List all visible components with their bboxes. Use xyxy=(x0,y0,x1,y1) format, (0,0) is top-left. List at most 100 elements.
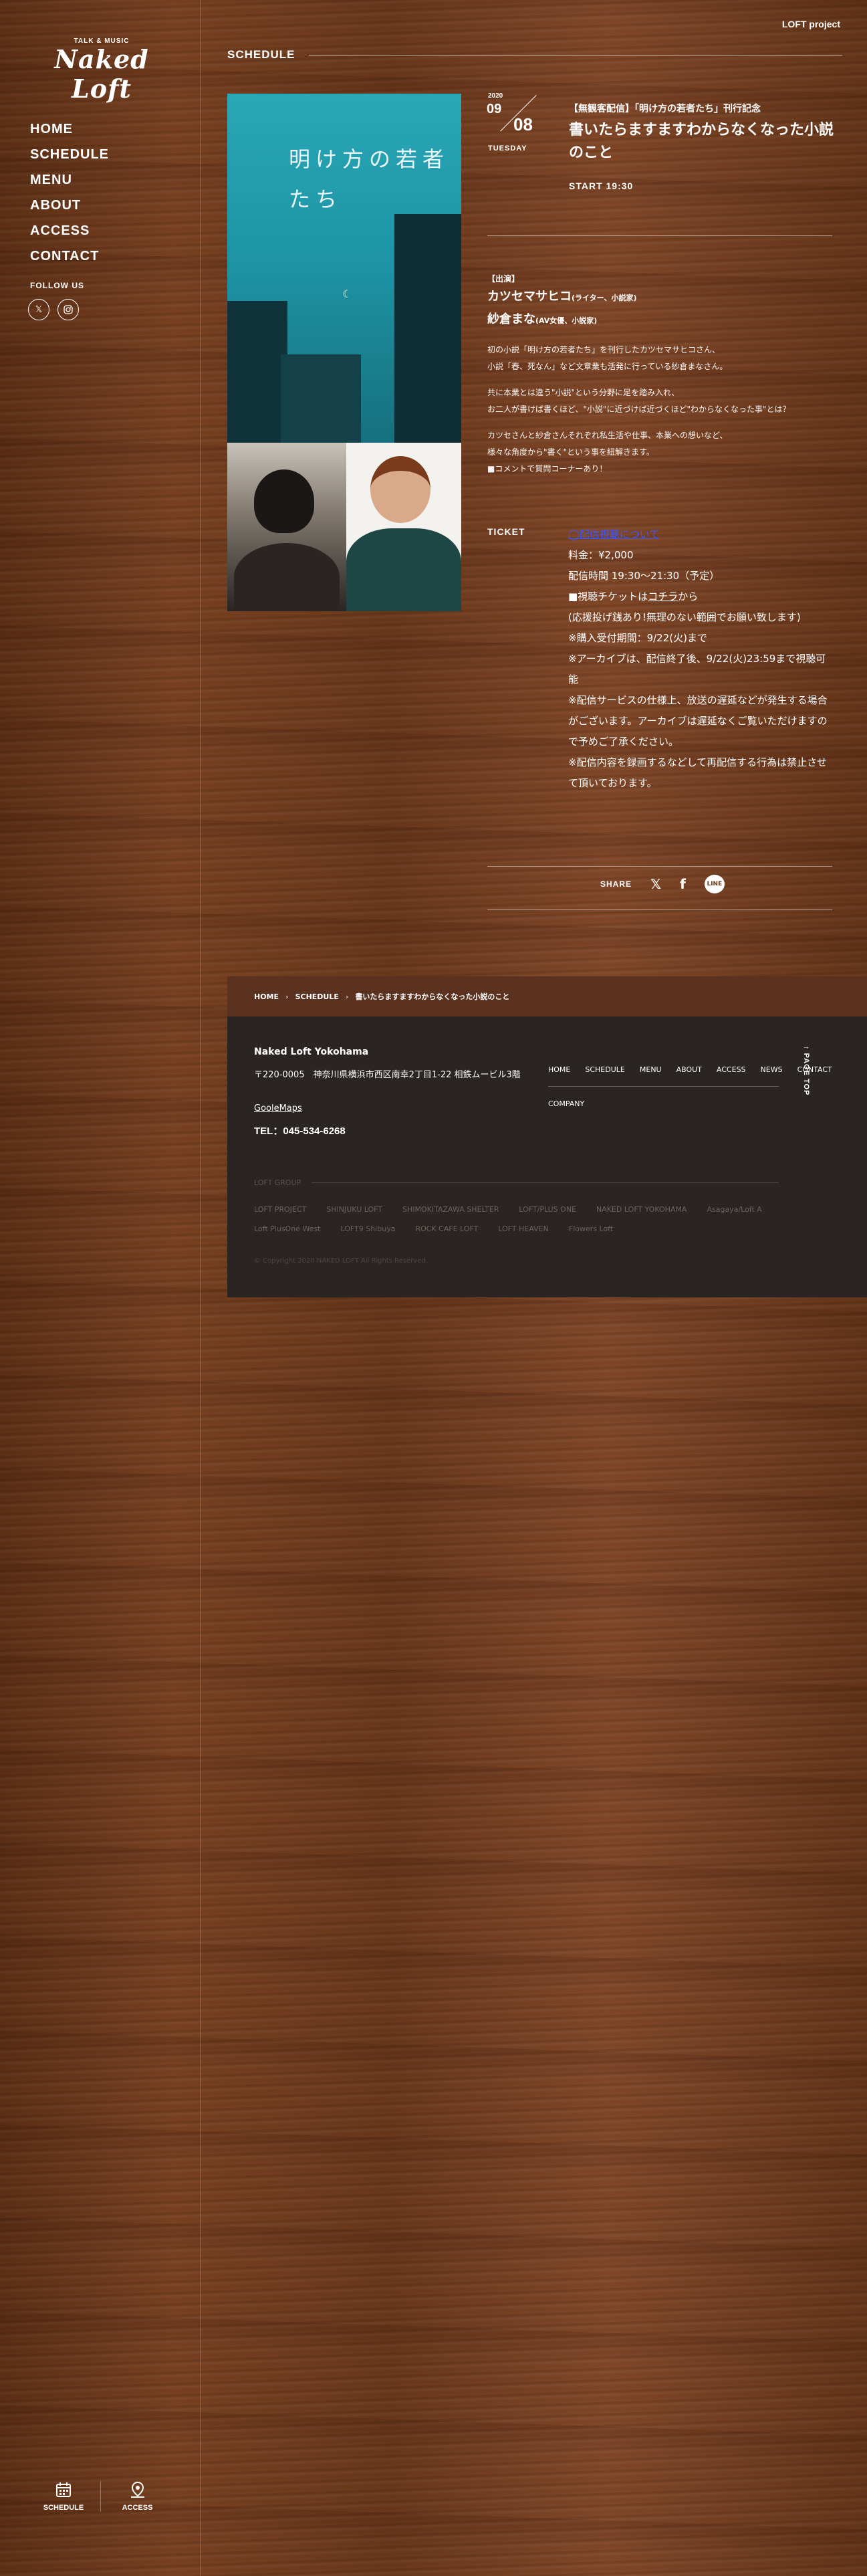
description-line: 小説「春、死なん」など文章業も活発に行っている紗倉まなさん。 xyxy=(487,362,728,371)
performer-2-role: (AV女優、小説家) xyxy=(535,316,598,325)
group-link[interactable]: Asagaya/Loft A xyxy=(707,1205,761,1214)
loft-group-label: LOFT GROUP xyxy=(254,1178,301,1187)
group-link[interactable]: LOFT PROJECT xyxy=(254,1205,306,1214)
performer-photo-2 xyxy=(346,443,461,611)
footer: Naked Loft Yokohama 〒220-0005 神奈川県横浜市西区南… xyxy=(227,1016,867,1297)
footer-address: 〒220-0005 神奈川県横浜市西区南幸2丁目1-22 相鉄ムービル3階 xyxy=(254,1070,521,1080)
group-link[interactable]: NAKED LOFT YOKOHAMA xyxy=(596,1205,687,1214)
building-shape xyxy=(394,214,461,443)
loft-project-link[interactable]: LOFT project xyxy=(782,19,840,29)
purchase-text: から xyxy=(678,591,699,603)
logo[interactable]: TALK & MUSIC Naked Loft xyxy=(35,37,168,104)
page-top-label: PAGE TOP xyxy=(802,1053,810,1096)
footer-nav-home[interactable]: HOME xyxy=(548,1065,570,1074)
follow-us-label: FOLLOW US xyxy=(30,281,84,290)
book-cover-image: 明け方の若者たち ☾ xyxy=(227,94,461,443)
divider xyxy=(487,235,832,236)
breadcrumb-schedule[interactable]: SCHEDULE xyxy=(295,992,339,1001)
event-description: カツセさんと紗倉さんそれぞれ私生活や仕事、本業への想いなど、 様々な角度から"書く… xyxy=(487,427,835,477)
footer-nav-news[interactable]: NEWS xyxy=(761,1065,783,1074)
description-line: お二人が書けば書くほど、"小説"に近づけば近づくほど"わからなくなった事"とは？ xyxy=(487,405,791,414)
group-link[interactable]: SHINJUKU LOFT xyxy=(326,1205,382,1214)
performer-1-role: (ライター、小説家) xyxy=(572,294,637,302)
ticket-purchase-link[interactable]: コチラ xyxy=(648,591,678,603)
group-link[interactable]: ROCK CAFE LOFT xyxy=(415,1224,478,1233)
event-description: 共に本業とは違う"小説"という分野に足を踏み入れ、お二人が書けば書くほど、"小説… xyxy=(487,385,835,418)
group-link[interactable]: Loft PlusOne West xyxy=(254,1224,320,1233)
social-links: 𝕏 xyxy=(28,299,79,320)
breadcrumb-current: 書いたらますますわからなくなった小説のこと xyxy=(355,992,510,1001)
group-link[interactable]: LOFT HEAVEN xyxy=(498,1224,549,1233)
divider xyxy=(487,866,832,867)
instagram-icon[interactable] xyxy=(57,299,79,320)
ticket-purchase: ■視聴チケットはコチラから xyxy=(568,586,830,607)
google-maps-link[interactable]: GooleMaps xyxy=(254,1103,302,1113)
footer-venue-name: Naked Loft Yokohama xyxy=(254,1047,369,1057)
event-description: 初の小説「明け方の若者たち」を刊行したカツセマサヒコさん、 小説「春、死なん」など… xyxy=(487,342,835,375)
nav-about[interactable]: ABOUT xyxy=(30,195,109,221)
bottom-nav-access[interactable]: ACCESS xyxy=(100,2481,174,2512)
divider xyxy=(548,1086,779,1087)
group-link[interactable]: Flowers Loft xyxy=(569,1224,613,1233)
main-nav: HOME SCHEDULE MENU ABOUT ACCESS CONTACT xyxy=(30,119,109,272)
ticket-info: ◯配信視聴について 料金：¥2,000 配信時間 19:30〜21:30（予定）… xyxy=(568,524,830,794)
footer-nav: HOME SCHEDULE MENU ABOUT ACCESS NEWS CON… xyxy=(548,1065,832,1074)
share-label: SHARE xyxy=(600,879,632,889)
event-start-time: START 19:30 xyxy=(569,181,634,191)
divider xyxy=(312,1182,779,1183)
description-line: 初の小説「明け方の若者たち」を刊行したカツセマサヒコさん、 xyxy=(487,345,721,354)
book-cover-title: 明け方の若者たち xyxy=(289,146,450,212)
footer-nav-access[interactable]: ACCESS xyxy=(717,1065,746,1074)
description-line: ■コメントで質問コーナーあり！ xyxy=(487,464,608,473)
nav-home[interactable]: HOME xyxy=(30,119,109,144)
group-link[interactable]: LOFT/PLUS ONE xyxy=(519,1205,576,1214)
footer-tel: TEL：045-534-6268 xyxy=(254,1125,346,1137)
nav-menu[interactable]: MENU xyxy=(30,170,109,195)
description-line: カツセさんと紗倉さんそれぞれ私生活や仕事、本業への想いなど、 xyxy=(487,431,728,440)
bottom-nav-schedule[interactable]: SCHEDULE xyxy=(27,2481,100,2512)
divider xyxy=(487,909,832,910)
event-day: 08 xyxy=(513,114,533,134)
bottom-nav-access-label: ACCESS xyxy=(122,2504,153,2512)
group-link[interactable]: SHIMOKITAZAWA SHELTER xyxy=(402,1205,499,1214)
footer-nav-schedule[interactable]: SCHEDULE xyxy=(585,1065,625,1074)
archive-note: ※アーカイブは、配信終了後、9/22(火)23:59まで視聴可能 xyxy=(568,653,826,685)
bottom-nav-schedule-label: SCHEDULE xyxy=(43,2504,84,2512)
nav-schedule[interactable]: SCHEDULE xyxy=(30,144,109,170)
performers-section: 【出演】 カツセマサヒコ(ライター、小説家) 紗倉まな(AV女優、小説家) 初の… xyxy=(487,273,835,477)
photo-figure xyxy=(254,469,314,533)
footer-nav-about[interactable]: ABOUT xyxy=(676,1065,702,1074)
building-shape xyxy=(227,301,287,443)
description-line: 共に本業とは違う"小説"という分野に足を踏み入れ、 xyxy=(487,388,680,397)
breadcrumb-separator: › xyxy=(345,992,349,1001)
performers-label: 【出演】 xyxy=(487,274,520,284)
breadcrumb-home[interactable]: HOME xyxy=(254,992,279,1001)
performer-1: カツセマサヒコ(ライター、小説家) xyxy=(487,288,835,307)
performer-2: 紗倉まな(AV女優、小説家) xyxy=(487,311,835,330)
footer-nav-menu[interactable]: MENU xyxy=(640,1065,662,1074)
section-header: SCHEDULE xyxy=(227,48,842,62)
ticket-label: TICKET xyxy=(487,526,525,537)
share-facebook-icon[interactable]: f xyxy=(680,876,686,892)
page-top-button[interactable]: ↑ PAGE TOP xyxy=(802,1046,810,1095)
delay-note: ※配信サービスの仕様上、放送の遅延などが発生する場合がございます。アーカイブは遅… xyxy=(568,694,828,748)
x-twitter-icon[interactable]: 𝕏 xyxy=(28,299,49,320)
footer-company-link[interactable]: COMPANY xyxy=(548,1099,584,1108)
bottom-nav: SCHEDULE ACCESS xyxy=(27,2481,174,2512)
description-line: 様々な角度から"書く"という事を紐解きます。 xyxy=(487,447,654,457)
purchase-text: ■視聴チケットは xyxy=(568,591,648,603)
share-x-icon[interactable]: 𝕏 xyxy=(650,876,661,892)
event-weekday: TUESDAY xyxy=(488,144,527,152)
nav-contact[interactable]: CONTACT xyxy=(30,246,109,272)
photo-figure xyxy=(370,456,430,523)
group-link[interactable]: LOFT9 Shibuya xyxy=(340,1224,395,1233)
photo-figure xyxy=(346,528,461,611)
calendar-icon xyxy=(27,2481,100,2504)
streaming-info-link[interactable]: ◯配信視聴について xyxy=(568,528,659,540)
moon-icon: ☾ xyxy=(342,288,352,300)
share-line-icon[interactable]: LINE xyxy=(704,875,725,893)
map-pin-icon xyxy=(101,2481,174,2504)
performer-2-name: 紗倉まな xyxy=(487,312,535,326)
rebroadcast-note: ※配信内容を録画するなどして再配信する行為は禁止させて頂いております。 xyxy=(568,756,828,789)
nav-access[interactable]: ACCESS xyxy=(30,221,109,246)
